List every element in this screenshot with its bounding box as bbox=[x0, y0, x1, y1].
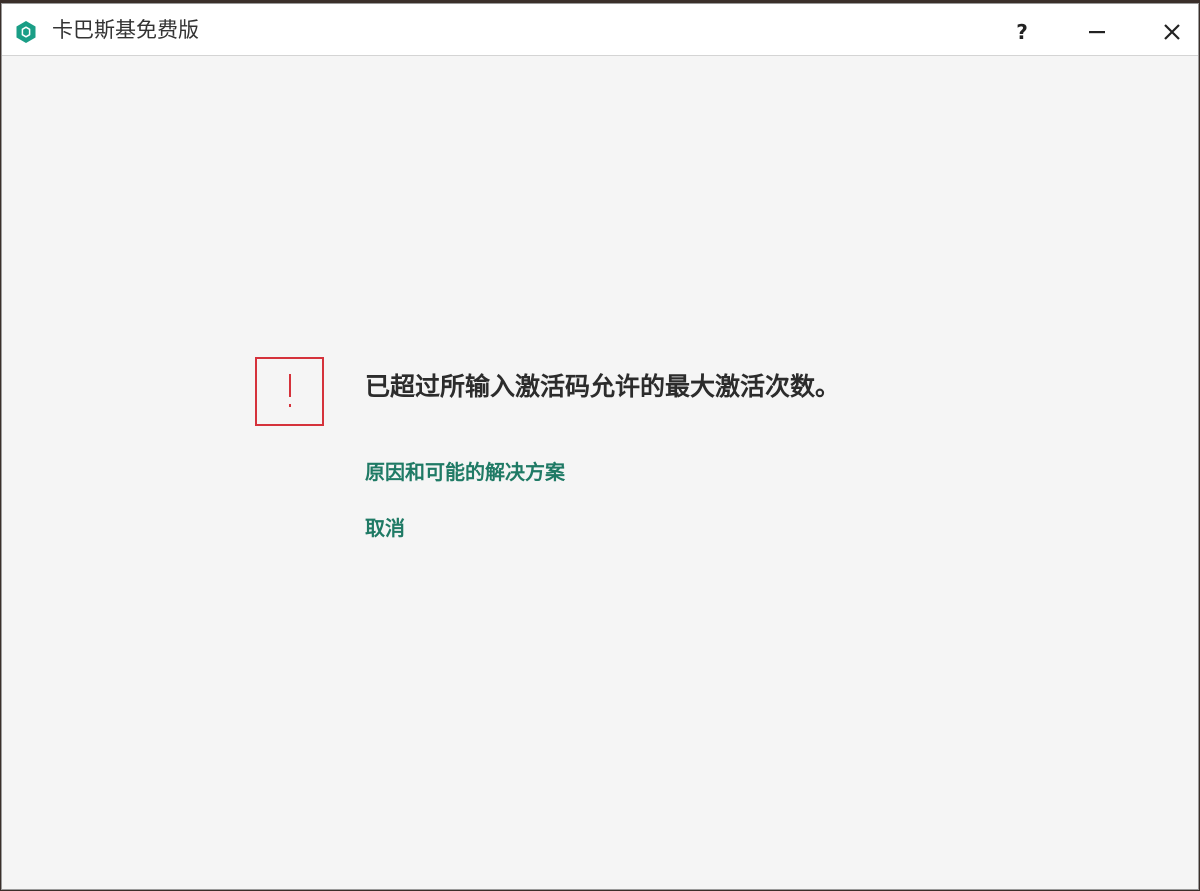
close-icon bbox=[1164, 24, 1180, 40]
close-button[interactable] bbox=[1154, 14, 1190, 50]
exclamation-icon bbox=[255, 357, 324, 426]
help-button[interactable]: ? bbox=[1004, 14, 1040, 50]
window-title: 卡巴斯基免费版 bbox=[52, 18, 199, 42]
minimize-icon bbox=[1089, 31, 1105, 34]
exclamation-dot bbox=[289, 404, 291, 407]
question-mark-icon: ? bbox=[1016, 20, 1028, 44]
kaspersky-hexagon-icon bbox=[16, 21, 36, 43]
exclamation-bar bbox=[289, 374, 291, 397]
error-message: 已超过所输入激活码允许的最大激活次数。 bbox=[365, 372, 841, 401]
reasons-solutions-link[interactable]: 原因和可能的解决方案 bbox=[365, 459, 565, 485]
cancel-link[interactable]: 取消 bbox=[365, 515, 405, 541]
app-window: 卡巴斯基免费版 ? 已超过所输入激活码允许的最大激活次数。 原因和可能的解决方案… bbox=[2, 4, 1198, 889]
minimize-button[interactable] bbox=[1079, 14, 1115, 50]
title-bar: 卡巴斯基免费版 ? bbox=[2, 4, 1198, 56]
